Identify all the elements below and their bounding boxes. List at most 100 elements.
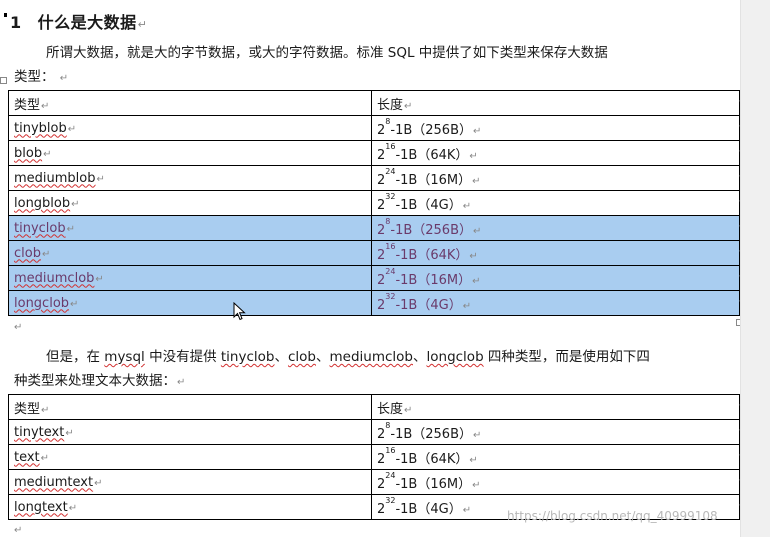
type-name: mediumtext	[14, 474, 94, 490]
length-exponent: 24	[385, 166, 396, 176]
type-cell[interactable]: blob↵	[8, 140, 372, 166]
length-cell[interactable]: 224-1B（16M）↵	[371, 165, 740, 191]
paragraph-mark-icon: ↵	[68, 502, 78, 514]
spell-word: tinyclob	[220, 349, 275, 365]
length-exponent: 16	[385, 241, 396, 251]
scrollbar-gutter[interactable]	[740, 0, 770, 537]
heading-number: 1	[10, 13, 22, 32]
paragraph-mark-icon: ↵	[94, 477, 103, 489]
header-length-label: 长度	[377, 97, 404, 113]
type-cell[interactable]: tinytext↵	[8, 419, 372, 445]
type-name: longclob	[14, 295, 70, 311]
length-cell[interactable]: 232-1B（4G）↵	[371, 190, 740, 216]
table-row: text↵ 216-1B（64K）↵	[8, 444, 740, 470]
length-rest: -1B（4G）	[395, 197, 462, 213]
watermark: https://blog.csdn.net/qq_40999108	[507, 509, 718, 523]
table-header-row: 类型↵ 长度↵	[8, 394, 740, 420]
paragraph-mark-icon: ↵	[137, 18, 148, 31]
length-exponent: 16	[385, 141, 396, 151]
type-cell[interactable]: tinyclob↵	[8, 215, 372, 241]
length-rest: -1B（256B）	[390, 122, 472, 138]
header-cell-type[interactable]: 类型↵	[8, 394, 372, 420]
paragraph-mark-icon: ↵	[177, 377, 186, 388]
length-cell[interactable]: 216-1B（64K）↵	[371, 240, 740, 266]
length-exponent: 24	[385, 266, 396, 276]
table-row: mediumtext↵ 224-1B（16M）↵	[8, 469, 740, 495]
paragraph-mark-icon: ↵	[59, 73, 69, 84]
mysql-line-2-text: 种类型来处理文本大数据：	[14, 373, 176, 389]
type-cell[interactable]: clob↵	[8, 240, 372, 266]
type-name: tinyclob	[14, 220, 66, 236]
type-cell[interactable]: mediumtext↵	[8, 469, 372, 495]
type-cell[interactable]: longtext↵	[8, 494, 372, 520]
paragraph-mark-icon: ↵	[67, 123, 77, 135]
paragraph-mark-icon: ↵	[41, 404, 50, 416]
length-cell[interactable]: 232-1B（4G）↵	[371, 290, 740, 316]
paragraph-mark-icon: ↵	[472, 479, 481, 491]
paragraph-mark-icon: ↵	[472, 275, 481, 287]
paragraph-mark-icon: ↵	[95, 273, 104, 285]
mysql-text: 、	[274, 349, 288, 365]
length-cell[interactable]: 224-1B（16M）↵	[371, 265, 740, 291]
length-cell[interactable]: 28-1B（256B）↵	[371, 215, 740, 241]
heading-bullet	[4, 13, 7, 17]
table-row: mediumblob↵ 224-1B（16M）↵	[8, 165, 740, 191]
paragraph-mark-icon: ↵	[469, 454, 478, 466]
type-cell[interactable]: longblob↵	[8, 190, 372, 216]
type-name: mediumclob	[14, 270, 95, 286]
type-cell[interactable]: text↵	[8, 444, 372, 470]
text-types-table: 类型↵ 长度↵ tinytext↵ 28-1B（256B）↵ text↵ 216-1B（6…	[8, 394, 740, 520]
paragraph-mark-icon: ↵	[66, 223, 75, 235]
spell-word: clob	[287, 349, 316, 365]
length-rest: -1B（4G）	[395, 297, 462, 313]
type-name: tinytext	[14, 424, 65, 440]
type-cell[interactable]: mediumblob↵	[8, 165, 372, 191]
header-cell-length[interactable]: 长度↵	[371, 394, 740, 420]
table-move-handle-icon[interactable]	[0, 77, 7, 84]
length-rest: -1B（16M）	[395, 272, 472, 288]
paragraph-mark-icon: ↵	[65, 427, 74, 439]
length-exponent: 16	[385, 445, 396, 455]
heading-title: 什么是大数据	[37, 13, 137, 32]
header-cell-type[interactable]: 类型↵	[8, 90, 372, 116]
type-cell[interactable]: longclob↵	[8, 290, 372, 316]
mysql-text: 、	[316, 349, 330, 365]
paragraph-mark-icon: ↵	[462, 200, 472, 212]
table-row: tinyclob↵ 28-1B（256B）↵	[8, 215, 740, 241]
length-cell[interactable]: 216-1B（64K）↵	[371, 444, 740, 470]
type-cell[interactable]: tinyblob↵	[8, 115, 372, 141]
length-rest: -1B（16M）	[395, 476, 472, 492]
table-row: longblob↵ 232-1B（4G）↵	[8, 190, 740, 216]
table-row: clob↵ 216-1B（64K）↵	[8, 240, 740, 266]
mysql-text: 中没有提供	[144, 349, 221, 365]
length-cell[interactable]: 216-1B（64K）↵	[371, 140, 740, 166]
mysql-line-2: 种类型来处理文本大数据：↵	[14, 369, 736, 395]
paragraph-mark-icon: ↵	[14, 322, 23, 333]
type-name: longtext	[14, 499, 68, 515]
intro-line-1: 所谓大数据，就是大的字节数据，或大的字符数据。标准 SQL 中提供了如下类型来保…	[46, 45, 608, 61]
length-exponent: 8	[385, 420, 391, 430]
table-row: tinyblob↵ 28-1B（256B）↵	[8, 115, 740, 141]
document-page: 1 什么是大数据↵ 所谓大数据，就是大的字节数据，或大的字符数据。标准 SQL 中…	[0, 0, 747, 537]
length-rest: -1B（4G）	[395, 501, 462, 517]
length-cell[interactable]: 28-1B（256B）↵	[371, 419, 740, 445]
length-rest: -1B（64K）	[395, 147, 469, 163]
section-heading: 1 什么是大数据↵	[10, 9, 147, 33]
paragraph-mark-icon: ↵	[70, 298, 79, 310]
length-rest: -1B（64K）	[395, 451, 469, 467]
length-cell[interactable]: 224-1B（16M）↵	[371, 469, 740, 495]
mysql-text: 四种类型，而是使用如下四	[483, 349, 650, 365]
paragraph-mark-icon: ↵	[14, 525, 23, 536]
mysql-text: 但是，在	[46, 349, 105, 365]
spell-word: longclob	[426, 349, 484, 365]
type-name: tinyblob	[14, 120, 67, 136]
type-name: blob	[14, 145, 43, 161]
header-type-label: 类型	[14, 401, 41, 417]
length-cell[interactable]: 28-1B（256B）↵	[371, 115, 740, 141]
paragraph-mark-icon: ↵	[43, 148, 52, 160]
paragraph-mark-icon: ↵	[96, 173, 105, 185]
header-cell-length[interactable]: 长度↵	[371, 90, 740, 116]
paragraph-mark-icon: ↵	[473, 429, 482, 441]
table-header-row: 类型↵ 长度↵	[8, 90, 740, 116]
type-cell[interactable]: mediumclob↵	[8, 265, 372, 291]
